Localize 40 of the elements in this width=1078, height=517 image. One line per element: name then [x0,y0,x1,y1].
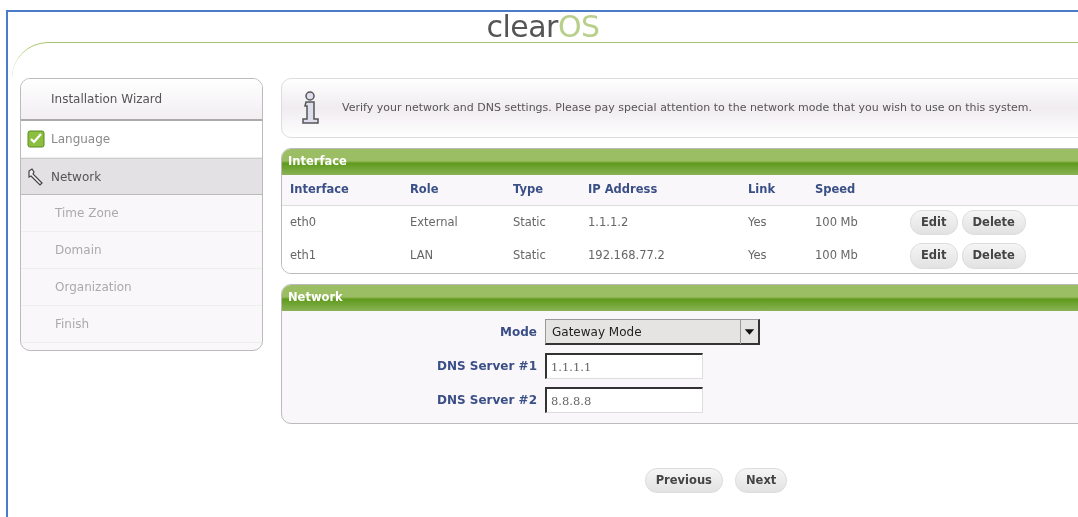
table-cell: 100 Mb [807,239,902,273]
column-header: Link [740,175,807,205]
table-cell: Static [505,239,580,273]
delete-button[interactable]: Delete [961,209,1026,235]
column-header: IP Address [580,175,740,205]
info-icon [300,91,320,125]
next-button[interactable]: Next [734,468,788,494]
table-cell: Static [505,205,580,239]
dns-input[interactable]: 1.1.1.1 [545,353,703,379]
table-cell: eth1 [282,239,402,273]
column-header: Role [402,175,505,205]
delete-button[interactable]: Delete [961,243,1026,269]
table-cell: 192.168.77.2 [580,239,740,273]
table-cell: 100 Mb [807,205,902,239]
logo: clearOS [486,12,600,42]
column-header: Speed [807,175,902,205]
table-cell: Yes [740,205,807,239]
panel-title: Network [282,285,1078,311]
table-cell: eth0 [282,205,402,239]
column-header: Type [505,175,580,205]
table-cell: Yes [740,239,807,273]
mode-dropdown[interactable]: Gateway Mode [545,319,760,345]
table-cell: External [402,205,505,239]
column-header: Interface [282,175,402,205]
dns-input[interactable]: 8.8.8.8 [545,387,703,413]
field-label: DNS Server #2 [436,392,537,409]
edit-button[interactable]: Edit [910,243,958,269]
edit-button[interactable]: Edit [910,209,958,235]
previous-button[interactable]: Previous [644,468,723,494]
field-label: DNS Server #1 [436,358,537,375]
wizard-step[interactable]: Language [21,121,262,158]
wrench-icon [27,167,45,186]
field-label: Mode [499,324,537,341]
info-message: Verify your network and DNS settings. Please pay special attention to the network mode that you wish to use on this system. [342,99,1033,116]
table-cell: LAN [402,239,505,273]
panel-title: Interface [282,149,1078,175]
wizard-step[interactable]: Network [21,158,262,195]
checkbox-icon [27,130,45,148]
sidebar-title: Installation Wizard [21,79,262,121]
table-cell: 1.1.1.2 [580,205,740,239]
